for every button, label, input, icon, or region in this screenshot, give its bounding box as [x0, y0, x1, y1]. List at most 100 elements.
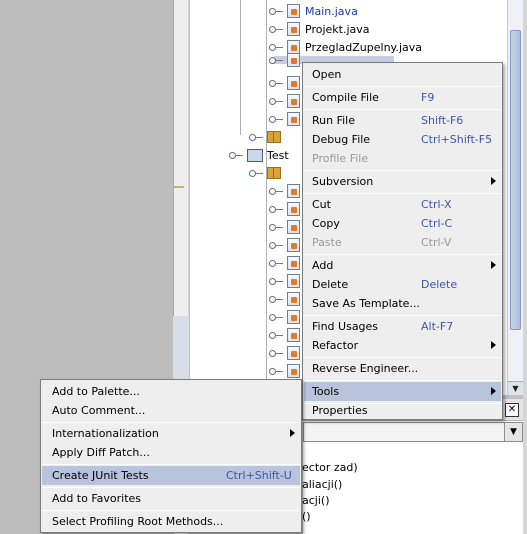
java-file-icon — [287, 53, 300, 67]
menu-item-save-as-template[interactable]: Save As Template... — [304, 294, 501, 313]
navigator-member[interactable]: () — [302, 510, 311, 526]
java-file-icon — [287, 4, 300, 18]
menu-item-add-to-favorites[interactable]: Add to Favorites — [42, 489, 300, 508]
navigator-member[interactable]: acji() — [302, 494, 329, 510]
tree-node-handle-icon — [269, 115, 283, 123]
tree-item-java[interactable] — [269, 362, 305, 380]
menu-item-find-usages[interactable]: Find Usages Alt-F7 — [304, 317, 501, 336]
menu-item-create-junit-tests[interactable]: Create JUnit Tests Ctrl+Shift-U — [42, 466, 300, 485]
submenu-arrow-icon — [491, 261, 496, 269]
menu-item-shortcut: Ctrl+Shift-U — [226, 469, 292, 482]
tree-item-test-project[interactable]: Test — [229, 146, 289, 164]
menu-item-paste[interactable]: Paste Ctrl-V — [304, 233, 501, 252]
menu-item-label: Auto Comment... — [52, 404, 146, 417]
tree-item-java[interactable] — [269, 272, 305, 290]
menu-item-label: Apply Diff Patch... — [52, 446, 150, 459]
menu-item-subversion[interactable]: Subversion — [304, 172, 501, 191]
left-strip-scroll[interactable] — [173, 316, 189, 386]
menu-item-apply-diff-patch[interactable]: Apply Diff Patch... — [42, 443, 300, 462]
menu-item-label: Add to Favorites — [52, 492, 142, 505]
tree-item-java[interactable] — [269, 92, 305, 110]
java-file-icon — [287, 94, 300, 108]
menu-item-label: Add — [312, 259, 334, 272]
tree-node-handle-icon — [269, 313, 283, 321]
menu-item-shortcut: Ctrl+Shift-F5 — [421, 133, 493, 146]
tree-node-handle-icon — [249, 169, 263, 177]
tree-item-java[interactable] — [269, 308, 305, 326]
tree-node-handle-icon — [269, 43, 283, 51]
tree-node-handle-icon — [269, 223, 283, 231]
tree-node-handle-icon — [269, 349, 283, 357]
navigator-filter-combo[interactable]: ▼ — [303, 422, 523, 442]
submenu-arrow-icon — [491, 177, 496, 185]
scroll-down-arrow-icon[interactable]: ▼ — [508, 381, 523, 395]
menu-separator — [42, 487, 300, 488]
menu-item-properties[interactable]: Properties — [304, 401, 501, 420]
tree-item-java[interactable] — [269, 218, 305, 236]
menu-item-label: Internationalization — [52, 427, 159, 440]
java-file-icon — [287, 112, 300, 126]
menu-item-add[interactable]: Add — [304, 256, 501, 275]
menu-item-auto-comment[interactable]: Auto Comment... — [42, 401, 300, 420]
menu-item-profile-file[interactable]: Profile File — [304, 149, 501, 168]
tree-guide-line — [240, 0, 241, 135]
menu-item-select-profiling-root-methods[interactable]: Select Profiling Root Methods... — [42, 512, 300, 531]
chevron-down-icon[interactable]: ▼ — [504, 423, 522, 441]
tree-item-package[interactable] — [249, 164, 286, 182]
menu-item-compile-file[interactable]: Compile File F9 — [304, 88, 501, 107]
tree-item-java[interactable] — [269, 290, 305, 308]
tree-item-java[interactable] — [269, 344, 305, 362]
menu-item-shortcut: Ctrl-V — [421, 236, 452, 249]
tree-item-java[interactable] — [269, 326, 305, 344]
menu-item-label: Delete — [312, 278, 349, 291]
menu-separator — [42, 510, 300, 511]
tree-node-handle-icon — [269, 259, 283, 267]
tree-item-java[interactable] — [269, 254, 305, 272]
tree-item-label: PrzegladZupelny.java — [305, 40, 423, 54]
menu-item-label: Tools — [312, 385, 340, 398]
close-icon[interactable]: ✕ — [505, 403, 519, 417]
menu-item-run-file[interactable]: Run File Shift-F6 — [304, 111, 501, 130]
scrollbar-thumb[interactable] — [510, 30, 521, 330]
menu-item-cut[interactable]: Cut Ctrl-X — [304, 195, 501, 214]
menu-item-label: Cut — [312, 198, 331, 211]
menu-item-shortcut: Ctrl-C — [421, 217, 453, 230]
navigator-member[interactable]: ector zad) — [302, 461, 358, 477]
tree-item-package[interactable] — [249, 128, 286, 146]
tree-item-projekt-java[interactable]: Projekt.java — [269, 20, 370, 38]
menu-item-tools[interactable]: Tools — [304, 382, 501, 401]
tree-item-java[interactable] — [269, 110, 305, 128]
tree-item-main-java[interactable]: Main.java — [269, 2, 358, 20]
navigator-member[interactable]: aliacji() — [302, 478, 342, 494]
tree-vertical-scrollbar[interactable]: ▼ — [507, 0, 523, 395]
menu-separator — [304, 254, 501, 255]
menu-item-delete[interactable]: Delete Delete — [304, 275, 501, 294]
tree-node-handle-icon — [269, 7, 283, 15]
java-file-icon — [287, 238, 300, 252]
menu-item-debug-file[interactable]: Debug File Ctrl+Shift-F5 — [304, 130, 501, 149]
tree-item-label: Test — [267, 148, 289, 162]
menu-item-add-to-palette[interactable]: Add to Palette... — [42, 382, 300, 401]
menu-item-copy[interactable]: Copy Ctrl-C — [304, 214, 501, 233]
menu-item-reverse-engineer[interactable]: Reverse Engineer... — [304, 359, 501, 378]
tree-item-java[interactable] — [269, 182, 305, 200]
menu-item-shortcut: F9 — [421, 91, 435, 104]
menu-item-label: Profile File — [312, 152, 369, 165]
context-menu: Open Compile File F9 Run File Shift-F6 Deb… — [302, 62, 503, 420]
tree-item-java[interactable] — [269, 74, 305, 92]
menu-separator — [304, 357, 501, 358]
menu-separator — [42, 422, 300, 423]
tree-node-handle-icon — [269, 295, 283, 303]
menu-item-open[interactable]: Open — [304, 65, 501, 84]
tree-item-java[interactable] — [269, 200, 305, 218]
tree-node-handle-icon — [269, 187, 283, 195]
menu-item-refactor[interactable]: Refactor — [304, 336, 501, 355]
submenu-arrow-icon — [290, 429, 295, 437]
tree-node-handle-icon — [269, 97, 283, 105]
java-file-icon — [287, 256, 300, 270]
menu-item-internationalization[interactable]: Internationalization — [42, 424, 300, 443]
tree-item-java[interactable] — [269, 236, 305, 254]
java-file-icon — [287, 346, 300, 360]
tree-node-handle-icon — [269, 79, 283, 87]
menu-item-shortcut: Shift-F6 — [421, 114, 464, 127]
